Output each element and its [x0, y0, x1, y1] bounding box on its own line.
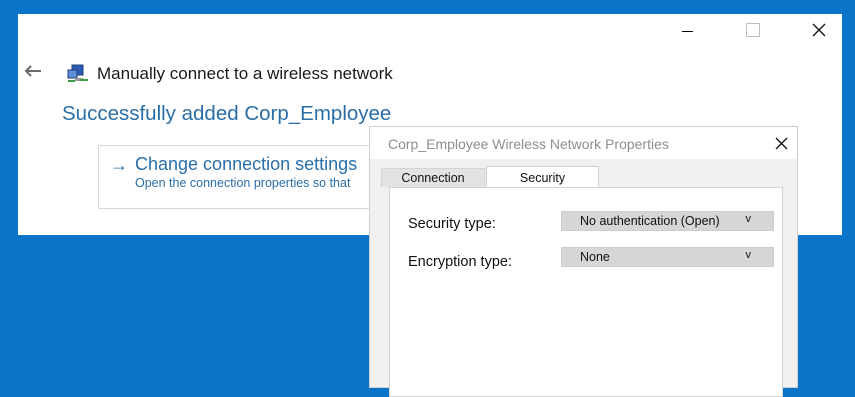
network-icon [67, 64, 88, 82]
encryption-type-label: Encryption type: [408, 254, 512, 270]
change-link-title: Change connection settings [135, 154, 358, 174]
security-type-value: No authentication (Open) [580, 214, 720, 228]
chevron-down-icon: v [745, 249, 752, 261]
minimize-icon [681, 30, 693, 32]
success-heading: Successfully added Corp_Employee [62, 102, 392, 125]
encryption-type-value: None [580, 250, 610, 264]
dialog-title: Corp_Employee Wireless Network Propertie… [388, 136, 669, 152]
dialog-titlebar: Corp_Employee Wireless Network Propertie… [370, 127, 797, 159]
maximize-icon [746, 23, 760, 37]
close-icon [775, 137, 787, 149]
back-arrow-icon [24, 65, 41, 77]
change-connection-settings-link[interactable]: → Change connection settings Open the co… [98, 145, 398, 209]
close-button[interactable] [796, 14, 842, 46]
security-type-select[interactable]: No authentication (Open) v [561, 211, 774, 231]
minimize-button[interactable] [664, 14, 710, 46]
chevron-down-icon: v [745, 213, 752, 225]
security-type-label: Security type: [408, 216, 496, 232]
wizard-title: Manually connect to a wireless network [97, 64, 393, 83]
change-link-description: Open the connection properties so that [135, 176, 351, 190]
dialog-close-button[interactable] [765, 127, 797, 159]
security-tab-panel: Security type: No authentication (Open) … [389, 187, 783, 397]
encryption-type-select[interactable]: None v [561, 247, 774, 267]
maximize-button[interactable] [730, 14, 776, 46]
network-properties-dialog: Corp_Employee Wireless Network Propertie… [369, 126, 798, 397]
close-icon [812, 23, 826, 37]
tab-security[interactable]: Security [486, 166, 599, 188]
arrow-right-icon: → [110, 155, 128, 175]
back-button[interactable] [24, 62, 48, 82]
tab-connection[interactable]: Connection [381, 168, 485, 187]
